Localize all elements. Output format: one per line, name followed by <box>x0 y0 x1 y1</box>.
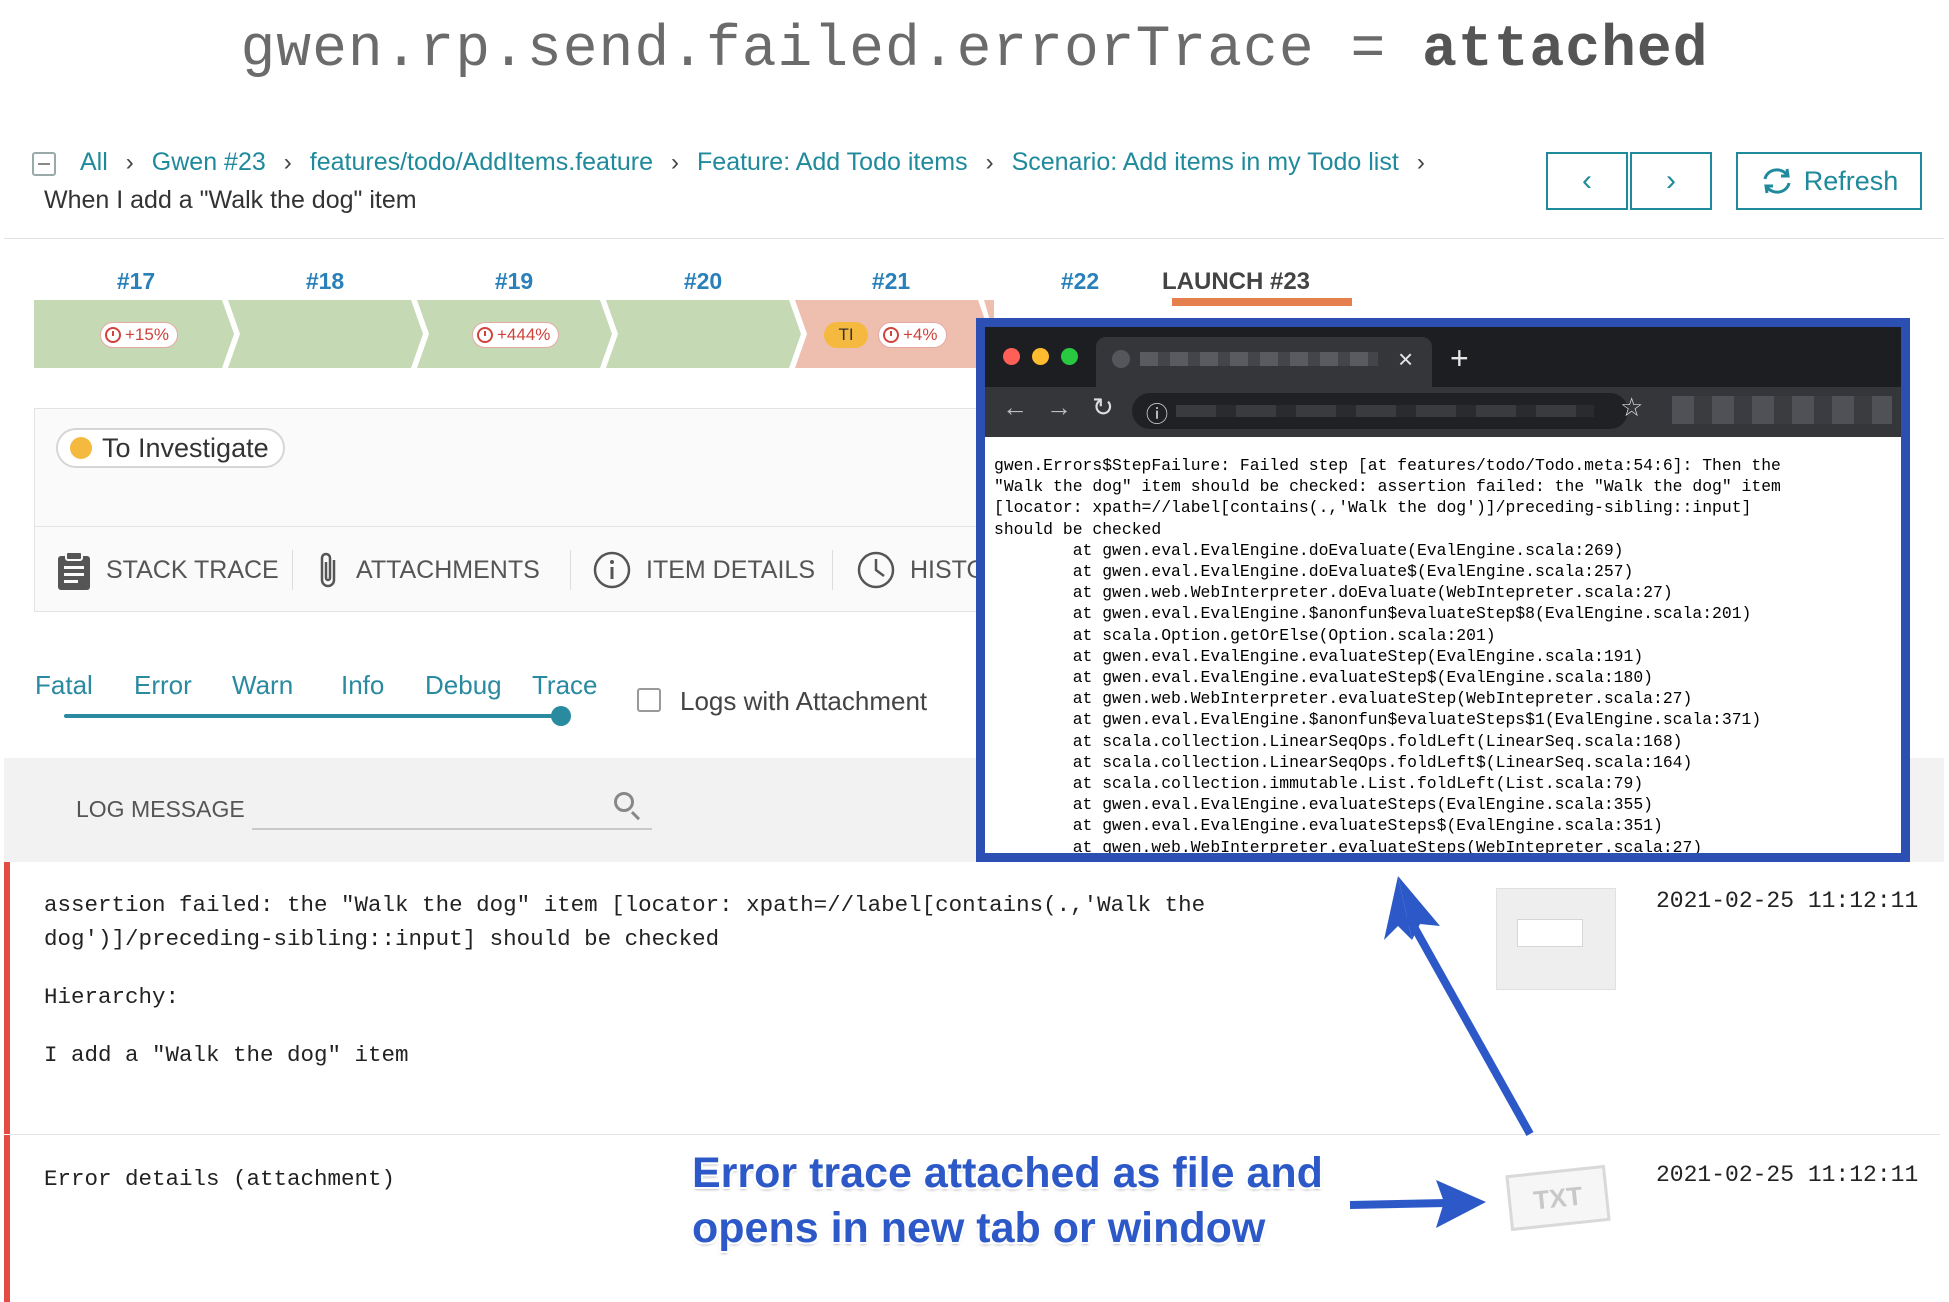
arrow-right-icon <box>1349 1180 1486 1228</box>
annotation-caption: Error trace attached as file and opens i… <box>692 1146 1323 1256</box>
annotation-line: Error trace attached as file and <box>692 1149 1323 1197</box>
annotation-arrows <box>1349 876 1534 1228</box>
annotation-line: opens in new tab or window <box>692 1204 1266 1252</box>
arrow-up-icon <box>1384 876 1534 1136</box>
